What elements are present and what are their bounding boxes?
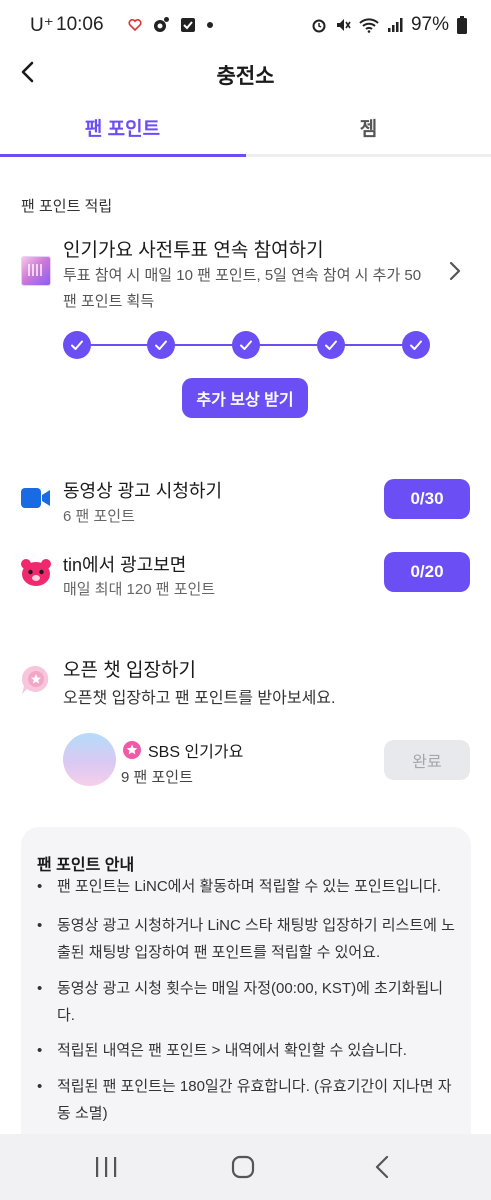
claim-bonus-button[interactable]: 추가 보상 받기	[182, 378, 308, 418]
chevron-right-icon	[449, 261, 461, 281]
bear-icon	[21, 559, 51, 586]
tin-ad-title: tin에서 광고보면	[63, 555, 187, 575]
bullet-icon: •	[37, 917, 43, 934]
tab-active-indicator	[0, 154, 246, 157]
bullet-icon: •	[37, 1078, 43, 1095]
vote-event-detail-button[interactable]	[440, 256, 470, 286]
video-ad-title: 동영상 광고 시청하기	[63, 481, 223, 501]
bullet-icon: •	[37, 1042, 43, 1059]
mute-icon	[336, 19, 351, 31]
vote-event-title[interactable]: 인기가요 사전투표 연속 참여하기	[63, 235, 324, 262]
open-chat-subtitle: 오픈챗 입장하고 팬 포인트를 받아보세요.	[63, 690, 336, 707]
info-item: • 동영상 광고 시청 횟수는 매일 자정(00:00, KST)에 초기화됩니…	[37, 975, 457, 1029]
notification-icons	[128, 16, 214, 34]
bullet-icon: •	[37, 878, 43, 895]
checkbox-notif-icon	[181, 18, 195, 32]
battery-icon	[457, 16, 467, 34]
chatroom-points: 9 팬 포인트	[121, 769, 193, 786]
nav-back-button[interactable]	[362, 1150, 402, 1184]
info-item-text: 동영상 광고 시청 횟수는 매일 자정(00:00, KST)에 초기화됩니다.	[57, 980, 444, 1024]
info-item-text: 적립된 팬 포인트는 180일간 유효합니다. (유효기간이 지나면 자동 소멸…	[57, 1078, 452, 1122]
dot-icon	[207, 22, 213, 28]
home-icon	[231, 1155, 255, 1179]
carrier-label: U⁺	[30, 15, 54, 36]
nav-back-icon	[375, 1155, 389, 1179]
tab-fan-point[interactable]: 팬 포인트	[0, 114, 245, 154]
info-item: • 적립된 팬 포인트는 180일간 유효합니다. (유효기간이 지나면 자동 …	[37, 1073, 457, 1127]
recent-apps-icon	[96, 1157, 117, 1177]
info-item-text: 적립된 내역은 팬 포인트 > 내역에서 확인할 수 있습니다.	[57, 1042, 407, 1059]
streak-day-1-check-icon	[63, 331, 91, 359]
recent-apps-button[interactable]	[86, 1150, 126, 1184]
info-title: 팬 포인트 안내	[37, 857, 135, 874]
streak-day-2-check-icon	[147, 331, 175, 359]
chatroom-name-row[interactable]: SBS 인기가요	[122, 738, 243, 762]
home-button[interactable]	[223, 1150, 263, 1184]
alarm-icon	[312, 19, 326, 33]
wifi-icon	[359, 18, 379, 33]
system-icons: 97%	[311, 14, 467, 36]
bullet-icon: •	[37, 980, 43, 997]
info-item: • 적립된 내역은 팬 포인트 > 내역에서 확인할 수 있습니다.	[37, 1037, 457, 1064]
tin-ad-points: 매일 최대 120 팬 포인트	[63, 581, 216, 598]
video-ad-points: 6 팬 포인트	[63, 508, 135, 525]
tin-ad-count-button[interactable]: 0/20	[384, 552, 470, 592]
streak-day-3-check-icon	[232, 331, 260, 359]
signal-icon	[387, 18, 403, 32]
info-item: • 팬 포인트는 LiNC에서 활동하며 적립할 수 있는 포인트입니다.	[37, 873, 457, 900]
star-badge-icon	[123, 741, 141, 759]
streak-day-4-check-icon	[317, 331, 345, 359]
tab-gem[interactable]: 젬	[246, 114, 491, 154]
heart-outline-icon	[128, 19, 142, 32]
status-time: 10:06	[56, 14, 104, 35]
chatroom-done-button[interactable]: 완료	[384, 740, 470, 780]
camera-notif-icon	[154, 17, 169, 32]
chat-bubble-icon	[21, 665, 49, 694]
section-title: 팬 포인트 적립	[21, 198, 113, 215]
status-bar: U⁺ 10:06 97%	[0, 0, 491, 52]
info-item: • 동영상 광고 시청하거나 LiNC 스타 채팅방 입장하기 리스트에 노출된…	[37, 912, 457, 966]
battery-percent: 97%	[410, 14, 449, 35]
vote-event-thumbnail	[21, 256, 51, 286]
open-chat-title: 오픈 챗 입장하기	[63, 660, 196, 681]
vote-event-description: 투표 참여 시 매일 10 팬 포인트, 5일 연속 참여 시 추가 50 팬 …	[63, 267, 422, 310]
chatroom-avatar	[63, 733, 116, 786]
info-item-text: 팬 포인트는 LiNC에서 활동하며 적립할 수 있는 포인트입니다.	[57, 878, 442, 895]
video-camera-icon	[21, 488, 50, 508]
video-ad-count-button[interactable]: 0/30	[384, 479, 470, 519]
info-item-text: 동영상 광고 시청하거나 LiNC 스타 채팅방 입장하기 리스트에 노출된 채…	[57, 917, 455, 961]
page-title: 충전소	[216, 65, 275, 88]
chatroom-name: SBS 인기가요	[148, 744, 244, 761]
streak-day-5-check-icon	[402, 331, 430, 359]
